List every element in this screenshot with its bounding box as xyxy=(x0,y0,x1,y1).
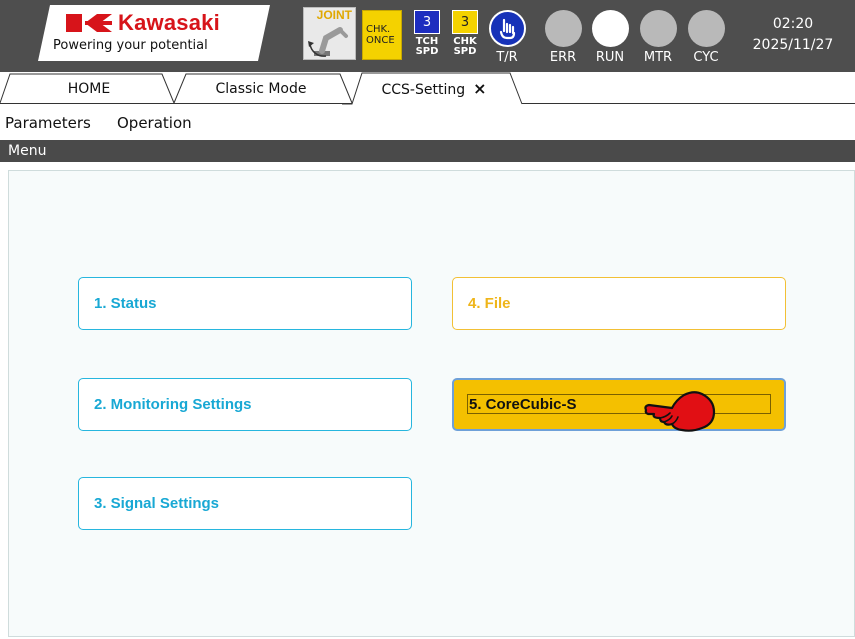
pointing-hand-cursor-icon xyxy=(644,391,716,432)
teach-speed-indicator[interactable]: 3 TCH SPD xyxy=(410,8,444,60)
menu-item-corecubic-s[interactable]: 5. CoreCubic-S xyxy=(452,378,786,432)
menu-item-monitoring-settings[interactable]: 2. Monitoring Settings xyxy=(78,378,412,431)
teach-speed-caption: TCH SPD xyxy=(415,36,439,57)
tab-home[interactable]: HOME xyxy=(0,72,178,104)
motor-label: MTR xyxy=(643,50,673,65)
check-speed-caption: CHK SPD xyxy=(453,36,477,57)
menu-operation[interactable]: Operation xyxy=(117,114,192,132)
brand-tagline: Powering your potential xyxy=(53,38,208,53)
cycle-label: CYC xyxy=(693,50,719,65)
tab-classic-mode-label: Classic Mode xyxy=(215,81,307,97)
brand-logo: Kawasaki Powering your potential xyxy=(38,5,270,61)
brand-name: Kawasaki xyxy=(118,10,220,35)
top-status-bar: Kawasaki Powering your potential JOINT C… xyxy=(0,0,855,72)
teach-repeat-label: T/R xyxy=(496,50,518,65)
coordinate-mode-indicator[interactable]: JOINT xyxy=(303,7,356,60)
clock-time: 02:20 xyxy=(772,16,814,32)
menu-item-signal-settings-label: 3. Signal Settings xyxy=(94,495,220,512)
check-speed-indicator[interactable]: 3 CHK SPD xyxy=(448,8,482,60)
teach-speed-value: 3 xyxy=(414,10,440,34)
menu-item-file[interactable]: 4. File xyxy=(452,277,786,330)
menu-panel: 1. Status 2. Monitoring Settings 3. Sign… xyxy=(8,170,855,637)
check-once-line2: ONCE xyxy=(366,35,395,46)
close-icon[interactable]: × xyxy=(473,79,486,98)
clock: 02:20 2025/11/27 xyxy=(748,14,838,56)
menu-item-corecubic-s-label: 5. CoreCubic-S xyxy=(469,396,577,413)
tab-ccs-setting-label: CCS-Setting xyxy=(381,82,466,98)
tab-home-label: HOME xyxy=(67,81,111,97)
teach-repeat-lamp[interactable] xyxy=(489,10,526,47)
hand-pointer-icon xyxy=(499,18,516,40)
check-speed-value: 3 xyxy=(452,10,478,34)
cycle-lamp xyxy=(688,10,725,47)
error-label: ERR xyxy=(549,50,577,65)
menu-item-signal-settings[interactable]: 3. Signal Settings xyxy=(78,477,412,530)
run-lamp xyxy=(592,10,629,47)
run-label: RUN xyxy=(595,50,625,65)
error-lamp xyxy=(545,10,582,47)
menu-item-monitoring-settings-label: 2. Monitoring Settings xyxy=(94,396,252,413)
kawasaki-logo-icon xyxy=(66,14,112,32)
motor-lamp xyxy=(640,10,677,47)
tab-ccs-setting[interactable]: CCS-Setting × xyxy=(342,72,526,105)
menu-item-status[interactable]: 1. Status xyxy=(78,277,412,330)
robot-arm-icon xyxy=(308,27,348,57)
mode-label: JOINT xyxy=(316,8,352,22)
menu-parameters[interactable]: Parameters xyxy=(5,114,91,132)
clock-date: 2025/11/27 xyxy=(752,37,834,53)
menu-item-file-label: 4. File xyxy=(468,295,511,312)
check-once-button[interactable]: CHK. ONCE xyxy=(362,10,402,60)
tab-classic-mode[interactable]: Classic Mode xyxy=(166,72,356,104)
check-once-line1: CHK. xyxy=(366,24,391,35)
menu-section-header: Menu xyxy=(0,140,855,162)
menu-item-status-label: 1. Status xyxy=(94,295,157,312)
tab-strip: HOME Classic Mode CCS-Setting × xyxy=(0,72,855,105)
menu-bar: Parameters Operation xyxy=(0,111,855,137)
